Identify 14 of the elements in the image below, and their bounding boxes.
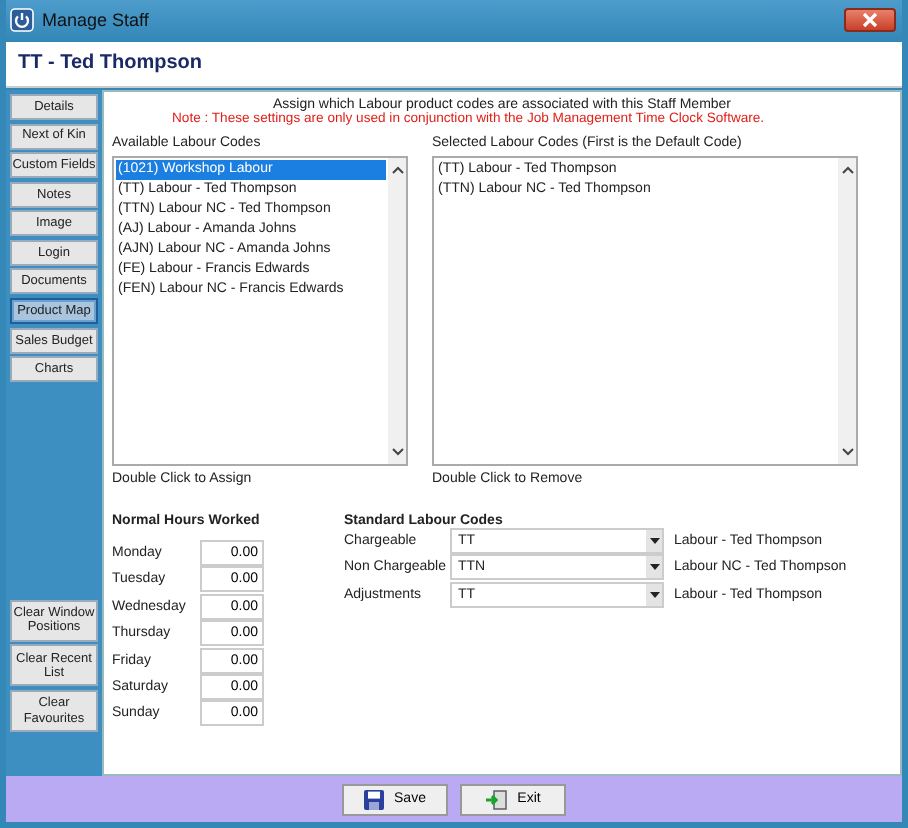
dropdown-arrow-icon — [649, 591, 659, 598]
window-title: Manage Staff — [42, 9, 151, 30]
dropdown-arrow-icon — [649, 564, 659, 571]
power-icon — [10, 7, 34, 32]
close-button[interactable] — [844, 7, 896, 32]
scroll-down-icon[interactable] — [841, 447, 853, 456]
dropdown-arrow-icon — [649, 538, 659, 545]
available-codes-list[interactable] — [112, 155, 408, 466]
staff-title: TT - Ted Thompson — [18, 52, 203, 75]
scroll-down-icon[interactable] — [391, 447, 403, 456]
exit-door-icon — [485, 789, 508, 810]
scroll-up-icon[interactable] — [391, 165, 403, 174]
close-icon — [862, 11, 878, 28]
scroll-up-icon[interactable] — [841, 165, 853, 174]
